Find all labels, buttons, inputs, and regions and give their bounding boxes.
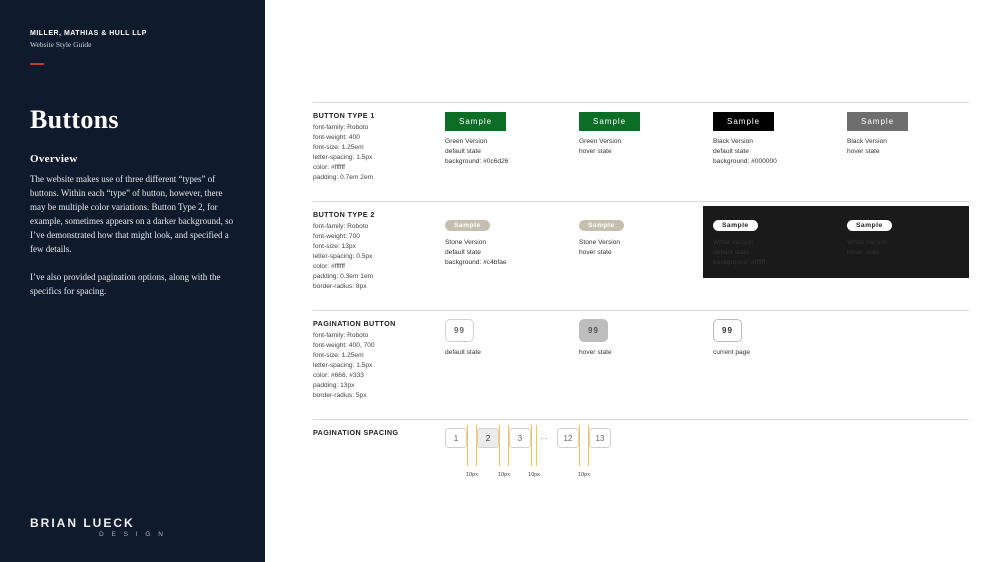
button-type1-black-default[interactable]: Sample bbox=[713, 112, 774, 131]
overview-paragraph-2: I’ve also provided pagination options, a… bbox=[30, 271, 235, 299]
button-type2-white-default[interactable]: Sample bbox=[713, 220, 758, 231]
designer-credit: BRIAN LUECK D E S I G N bbox=[30, 516, 235, 538]
sample-col: Sample Green Version default state backg… bbox=[445, 111, 557, 183]
sample-caption: Black Version default state background: … bbox=[713, 137, 825, 167]
sample-caption: White Version default state background: … bbox=[713, 238, 825, 268]
button-type2-white-hover[interactable]: Sample bbox=[847, 220, 892, 231]
pagination-button-default[interactable]: 99 bbox=[445, 319, 474, 342]
section-pagination-spacing: PAGINATION SPACING 1 10px 2 10px 3 10px bbox=[313, 419, 969, 498]
button-type2-stone-hover[interactable]: Sample bbox=[579, 220, 624, 231]
sample-caption: Green Version hover state bbox=[579, 137, 691, 157]
sample-col: 99 current page bbox=[713, 319, 825, 401]
spec-column: PAGINATION BUTTON font-family: Roboto fo… bbox=[313, 319, 423, 401]
spec-column: BUTTON TYPE 2 font-family: Roboto font-w… bbox=[313, 210, 423, 292]
section-title: PAGINATION SPACING bbox=[313, 428, 423, 437]
sample-caption: hover state bbox=[579, 348, 691, 358]
spec-column: PAGINATION SPACING bbox=[313, 428, 423, 498]
sample-col: Sample Green Version hover state bbox=[579, 111, 691, 183]
button-type1-black-hover[interactable]: Sample bbox=[847, 112, 908, 131]
page-box-2-current[interactable]: 2 bbox=[477, 428, 499, 448]
section-title: BUTTON TYPE 2 bbox=[313, 210, 423, 219]
pagination-button-hover[interactable]: 99 bbox=[579, 319, 608, 342]
designer-sub: D E S I G N bbox=[30, 531, 235, 538]
sidebar: MILLER, MATHIAS & HULL LLP Website Style… bbox=[0, 0, 265, 562]
dark-background-panel: Sample White Version default state backg… bbox=[703, 206, 969, 278]
sample-columns: Sample Stone Version default state backg… bbox=[445, 210, 969, 278]
sample-caption: Green Version default state background: … bbox=[445, 137, 557, 167]
button-type1-green-hover[interactable]: Sample bbox=[579, 112, 640, 131]
sample-caption: Stone Version default state background: … bbox=[445, 238, 557, 268]
spec-column: BUTTON TYPE 1 font-family: Roboto font-w… bbox=[313, 111, 423, 183]
sample-col: Sample White Version default state backg… bbox=[713, 214, 825, 268]
gap-label: 10px bbox=[466, 472, 478, 478]
page-box-12[interactable]: 12 bbox=[557, 428, 579, 448]
gap-label: 10px bbox=[578, 472, 590, 478]
section-pagination-button: PAGINATION BUTTON font-family: Roboto fo… bbox=[313, 310, 969, 401]
sample-col: 99 hover state bbox=[579, 319, 691, 401]
page-box-1[interactable]: 1 bbox=[445, 428, 467, 448]
gap-label: 10px bbox=[498, 472, 510, 478]
page-title: Buttons bbox=[30, 105, 235, 135]
spec-list: font-family: Roboto font-weight: 700 fon… bbox=[313, 222, 423, 292]
sample-caption: White Version hover state bbox=[847, 238, 959, 258]
page-box-3[interactable]: 3 bbox=[509, 428, 531, 448]
guide-subtitle: Website Style Guide bbox=[30, 40, 235, 49]
spec-list: font-family: Roboto font-weight: 400 fon… bbox=[313, 123, 423, 183]
pagination-spacing-row: 1 10px 2 10px 3 10px … 12 bbox=[445, 428, 611, 498]
sample-col: Sample Black Version hover state bbox=[847, 111, 959, 183]
page-box-13[interactable]: 13 bbox=[589, 428, 611, 448]
sample-columns: 99 default state 99 hover state 99 curre… bbox=[445, 319, 969, 401]
sample-caption: default state bbox=[445, 348, 557, 358]
gap-label: 10px bbox=[528, 472, 540, 478]
main-content: BUTTON TYPE 1 font-family: Roboto font-w… bbox=[265, 0, 999, 562]
pagination-button-current[interactable]: 99 bbox=[713, 319, 742, 342]
sample-col: 99 default state bbox=[445, 319, 557, 401]
sample-col: Sample White Version hover state bbox=[847, 214, 959, 268]
button-type2-stone-default[interactable]: Sample bbox=[445, 220, 490, 231]
section-button-type-1: BUTTON TYPE 1 font-family: Roboto font-w… bbox=[313, 102, 969, 183]
sample-col: Sample Black Version default state backg… bbox=[713, 111, 825, 183]
spacing-demo: 1 10px 2 10px 3 10px … 12 bbox=[445, 428, 969, 498]
client-name: MILLER, MATHIAS & HULL LLP bbox=[30, 30, 235, 37]
sample-col: Sample Stone Version hover state bbox=[579, 210, 691, 278]
button-type1-green-default[interactable]: Sample bbox=[445, 112, 506, 131]
sample-caption: current page bbox=[713, 348, 825, 358]
pagination-ellipsis: … bbox=[537, 428, 551, 441]
section-title: PAGINATION BUTTON bbox=[313, 319, 423, 328]
overview-paragraph-1: The website makes use of three different… bbox=[30, 173, 235, 257]
sample-col: Sample Stone Version default state backg… bbox=[445, 210, 557, 278]
sample-caption: Black Version hover state bbox=[847, 137, 959, 157]
overview-heading: Overview bbox=[30, 153, 235, 165]
section-title: BUTTON TYPE 1 bbox=[313, 111, 423, 120]
designer-name: BRIAN LUECK bbox=[30, 516, 235, 530]
sample-caption: Stone Version hover state bbox=[579, 238, 691, 258]
accent-bar bbox=[30, 63, 44, 65]
spec-list: font-family: Roboto font-weight: 400, 70… bbox=[313, 331, 423, 401]
section-button-type-2: BUTTON TYPE 2 font-family: Roboto font-w… bbox=[313, 201, 969, 292]
sample-columns: Sample Green Version default state backg… bbox=[445, 111, 969, 183]
